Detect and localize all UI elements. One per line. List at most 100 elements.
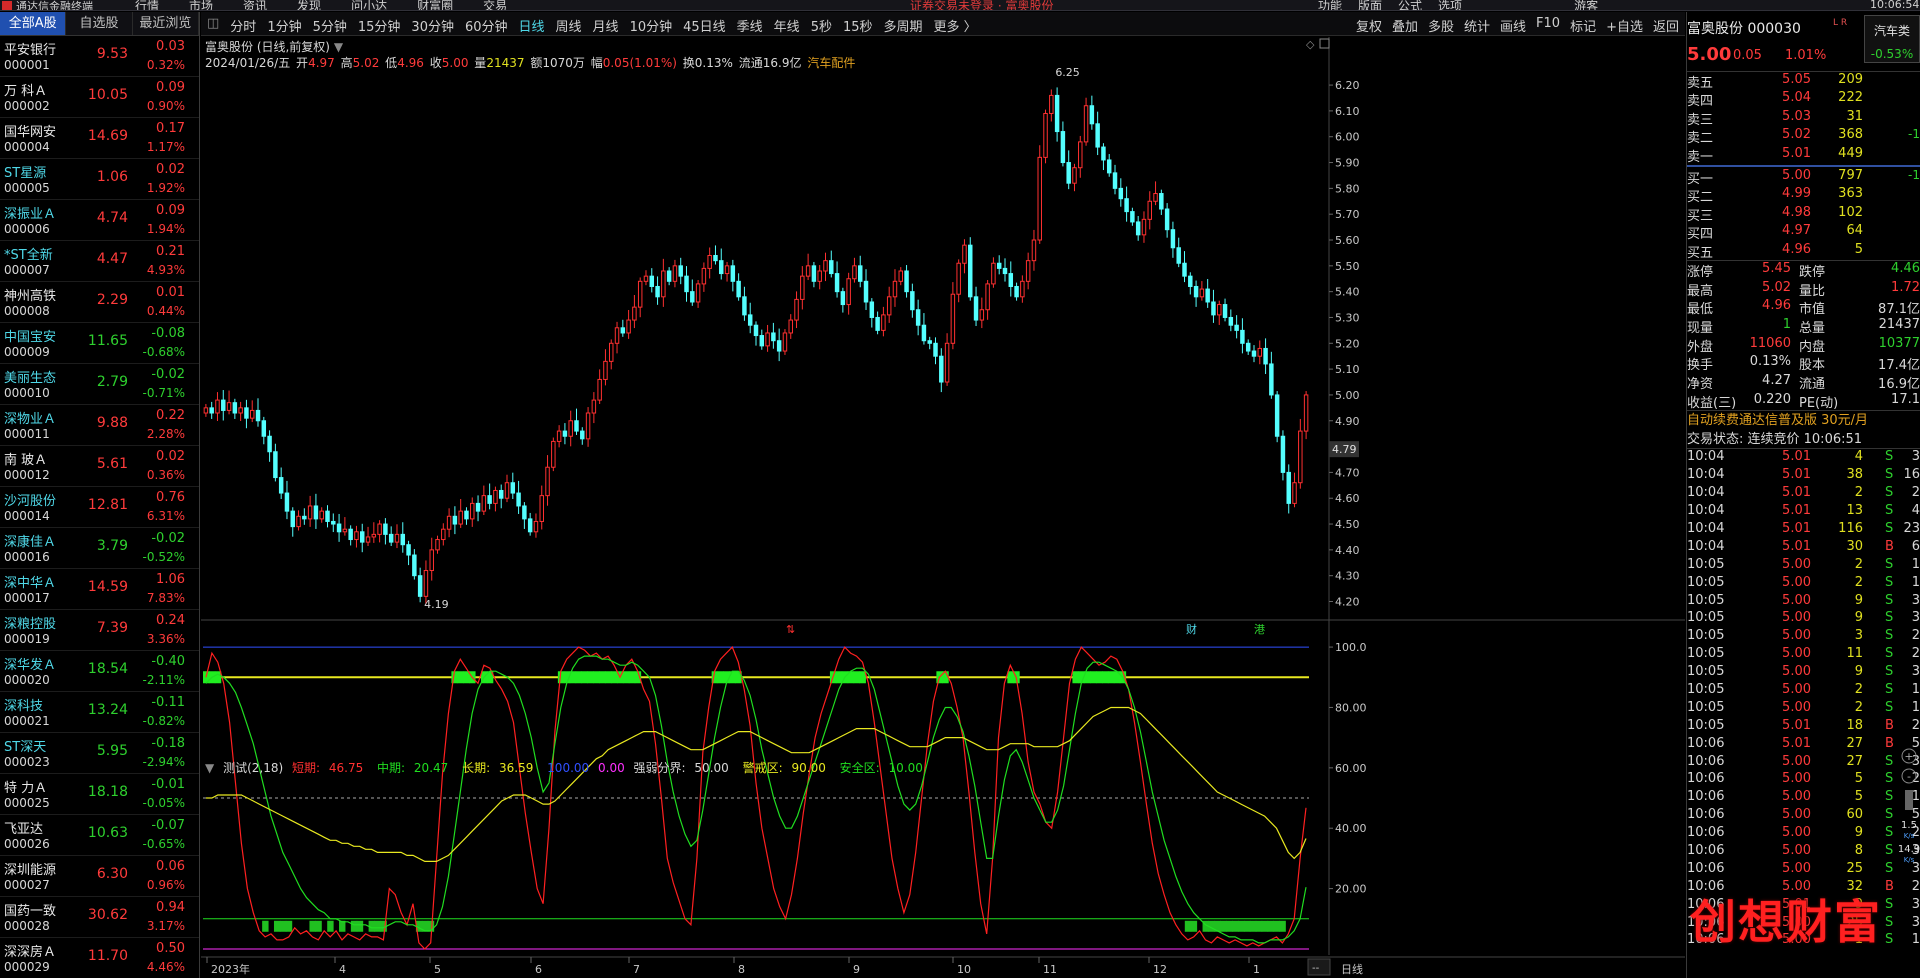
stock-list-row[interactable]: 特 力Ａ 000025 18.18 -0.01 -0.05%	[0, 774, 199, 815]
menu-discover[interactable]: 发现	[297, 0, 321, 10]
speed-gauge: + - 1.5 K/s 14.9 K/s	[1898, 748, 1920, 898]
stock-list-row[interactable]: 深科技 000021 13.24 -0.11 -0.82%	[0, 692, 199, 733]
stock-row-change: 0.22	[156, 408, 185, 423]
period-item[interactable]: 日线	[519, 16, 545, 35]
tab-recent[interactable]: 最近浏览	[133, 12, 199, 35]
oversold-zone	[1255, 920, 1263, 932]
bid-price: 4.97	[1782, 223, 1811, 239]
stock-list-row[interactable]: 深粮控股 000019 7.39 0.24 3.36%	[0, 610, 199, 651]
period-item[interactable]: 15分钟	[358, 16, 401, 35]
stat-label-1: 收益(三)	[1687, 395, 1737, 411]
stock-list-row[interactable]: 中国宝安 000009 11.65 -0.08 -0.68%	[0, 323, 199, 364]
promo-banner[interactable]: 自动续费通达信普及版 30元/月	[1687, 410, 1920, 430]
stock-list-row[interactable]: 飞亚达 000026 10.63 -0.07 -0.65%	[0, 815, 199, 856]
orderbook-ask-row[interactable]: 卖五 5.05 209	[1687, 72, 1920, 91]
period-item[interactable]: 月线	[593, 16, 619, 35]
ask-label: 卖五	[1687, 76, 1714, 91]
orderbook-ask-row[interactable]: 卖四 5.04 222	[1687, 90, 1920, 109]
stock-list-row[interactable]: 神州高铁 000008 2.29 0.01 0.44%	[0, 282, 199, 323]
period-item[interactable]: 15秒	[843, 16, 873, 35]
stock-list-row[interactable]: ST星源 000005 1.06 0.02 1.92%	[0, 159, 199, 200]
sector-box[interactable]: 汽车类 -0.53%	[1864, 15, 1920, 63]
stock-list-row[interactable]: 深物业Ａ 000011 9.88 0.22 2.28%	[0, 405, 199, 446]
indicator-name[interactable]: 测试(2,18)	[223, 761, 283, 775]
stock-list-row[interactable]: ST深天 000023 5.95 -0.18 -2.94%	[0, 733, 199, 774]
menu-function[interactable]: 功能	[1318, 0, 1342, 10]
menu-market[interactable]: 市场	[189, 0, 213, 10]
chart-area[interactable]: 6.20 6.10 6.00 5.90 5.80 5.70 5.60 5.50 5.40 5.30…	[201, 37, 1685, 978]
period-item[interactable]: 周线	[556, 16, 582, 35]
period-item[interactable]: 1分钟	[267, 16, 301, 35]
stock-list-row[interactable]: 万 科Ａ 000002 10.05 0.09 0.90%	[0, 77, 199, 118]
orderbook-bid-row[interactable]: 买一 5.00 797 -1	[1687, 168, 1920, 187]
stock-row-change: -0.08	[151, 326, 185, 341]
oversold-zone	[350, 920, 358, 932]
indicator-info-line: ▼ 测试(2,18) 短期: 46.75 中期: 20.47 长期: 36.59…	[205, 759, 933, 776]
stock-list-row[interactable]: 南 玻Ａ 000012 5.61 0.02 0.36%	[0, 446, 199, 487]
menu-formula[interactable]: 公式	[1398, 0, 1422, 10]
stock-list-row[interactable]: 深华发Ａ 000020 18.54 -0.40 -2.11%	[0, 651, 199, 692]
stock-list-row[interactable]: 平安银行 000001 9.53 0.03 0.32%	[0, 36, 199, 77]
chart-tool-item[interactable]: 叠加	[1392, 16, 1418, 35]
tick-volume: 2	[1854, 574, 1863, 590]
menu-ask[interactable]: 问小达	[351, 0, 387, 10]
stock-list-row[interactable]: 深圳能源 000027 6.30 0.06 0.96%	[0, 856, 199, 897]
period-item[interactable]: 更多 〉	[934, 16, 977, 35]
period-item[interactable]: 30分钟	[411, 16, 454, 35]
stock-list-row[interactable]: 沙河股份 000014 12.81 0.76 6.31%	[0, 487, 199, 528]
orderbook-bid-row[interactable]: 买五 4.96 5	[1687, 242, 1920, 261]
tick-row: 10:06 5.00 5 S 2	[1687, 771, 1920, 789]
menu-wealth[interactable]: 财富圈	[417, 0, 453, 10]
orderbook-ask-row[interactable]: 卖三 5.03 31	[1687, 109, 1920, 128]
menu-quotes[interactable]: 行情	[135, 0, 159, 10]
candle-body	[545, 466, 550, 497]
stock-list-row[interactable]: 深振业Ａ 000006 4.74 0.09 1.94%	[0, 200, 199, 241]
period-item[interactable]: 多周期	[884, 16, 923, 35]
orderbook-ask-row[interactable]: 卖一 5.01 449	[1687, 146, 1920, 165]
indicator-toggle-icon[interactable]: ▼	[205, 761, 214, 775]
chart-tool-item[interactable]: +自选	[1606, 16, 1643, 35]
orderbook-bid-row[interactable]: 买四 4.97 64	[1687, 223, 1920, 242]
period-item[interactable]: 45日线	[683, 16, 726, 35]
stock-list-row[interactable]: *ST全新 000007 4.47 0.21 4.93%	[0, 241, 199, 282]
kline-chart[interactable]: 6.20 6.10 6.00 5.90 5.80 5.70 5.60 5.50 5.40 5.30…	[201, 37, 1685, 978]
candle-body	[1211, 301, 1216, 316]
tab-all-a-shares[interactable]: 全部A股	[0, 12, 67, 35]
menu-layout[interactable]: 版面	[1358, 0, 1382, 10]
orderbook-ask-row[interactable]: 卖二 5.02 368 -1	[1687, 127, 1920, 146]
stock-list-row[interactable]: 国药一致 000028 30.62 0.94 3.17%	[0, 897, 199, 938]
stock-list-row[interactable]: 美丽生态 000010 2.79 -0.02 -0.71%	[0, 364, 199, 405]
stock-list-row[interactable]: 国华网安 000004 14.69 0.17 1.17%	[0, 118, 199, 159]
period-item[interactable]: 5分钟	[313, 16, 347, 35]
tab-watchlist[interactable]: 自选股	[66, 12, 133, 35]
sector-tag[interactable]: 汽车配件	[807, 56, 855, 70]
stock-list-row[interactable]: 深康佳Ａ 000016 3.79 -0.02 -0.52%	[0, 528, 199, 569]
period-item[interactable]: 5秒	[811, 16, 832, 35]
orderbook-bid-row[interactable]: 买二 4.99 363	[1687, 186, 1920, 205]
menu-trade[interactable]: 交易	[483, 0, 507, 10]
candle-body	[417, 575, 423, 597]
chart-tool-item[interactable]: 标记	[1570, 16, 1596, 35]
chart-tool-item[interactable]: 返回	[1653, 16, 1679, 35]
chart-tool-item[interactable]: F10	[1536, 16, 1560, 35]
orderbook-bid-row[interactable]: 买三 4.98 102	[1687, 205, 1920, 224]
candle-body	[400, 533, 406, 546]
chart-tool-item[interactable]: 统计	[1464, 16, 1490, 35]
chart-tool-item[interactable]: 多股	[1428, 16, 1454, 35]
user-label[interactable]: 游客	[1574, 0, 1598, 10]
menu-options[interactable]: 选项	[1438, 0, 1462, 10]
period-item[interactable]: 季线	[737, 16, 763, 35]
period-item[interactable]: 年线	[774, 16, 800, 35]
chart-tool-item[interactable]: 复权	[1356, 16, 1382, 35]
menu-news[interactable]: 资讯	[243, 0, 267, 10]
chart-tool-item[interactable]: 画线	[1500, 16, 1526, 35]
stock-list-row[interactable]: 深深房Ａ 000029 11.70 0.50 4.46%	[0, 938, 199, 978]
stock-list-row[interactable]: 深中华Ａ 000017 14.59 1.06 7.83%	[0, 569, 199, 610]
gauge-bar	[1905, 790, 1913, 810]
sidebar-toggle-icon[interactable]: ◫	[207, 16, 219, 35]
candle-body	[672, 265, 678, 282]
period-item[interactable]: 60分钟	[465, 16, 508, 35]
period-item[interactable]: 10分钟	[630, 16, 673, 35]
period-item[interactable]: 分时	[230, 16, 256, 35]
chart-dropdown-icon[interactable]: ▼	[334, 40, 343, 54]
